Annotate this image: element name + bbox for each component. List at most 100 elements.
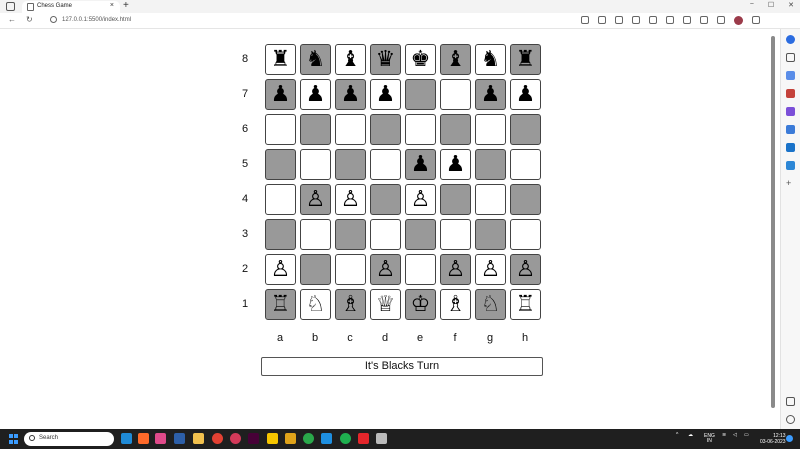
square-a5[interactable]: [265, 149, 296, 180]
square-c5[interactable]: [335, 149, 366, 180]
office-icon[interactable]: [786, 125, 795, 134]
page-scrollbar[interactable]: [771, 36, 775, 408]
tab-chess-game[interactable]: Chess Game ×: [22, 1, 120, 13]
more-menu-icon[interactable]: [752, 16, 760, 24]
white-pawn-icon[interactable]: ♙: [306, 188, 326, 211]
black-bishop-icon[interactable]: ♝: [341, 48, 361, 71]
square-e6[interactable]: [405, 114, 436, 145]
square-d3[interactable]: [370, 219, 401, 250]
black-pawn-icon[interactable]: ♟: [411, 153, 431, 176]
square-a7[interactable]: ♟: [265, 79, 296, 110]
square-f1[interactable]: ♗: [440, 289, 471, 320]
square-f3[interactable]: [440, 219, 471, 250]
square-d5[interactable]: [370, 149, 401, 180]
split-screen-icon[interactable]: [683, 16, 691, 24]
white-king-icon[interactable]: ♔: [411, 293, 431, 316]
url-field[interactable]: 127.0.0.1:5500/index.html: [62, 17, 131, 23]
square-b8[interactable]: ♞: [300, 44, 331, 75]
black-pawn-icon[interactable]: ♟: [341, 83, 361, 106]
app-icon[interactable]: [155, 433, 166, 444]
square-e2[interactable]: [405, 254, 436, 285]
square-a8[interactable]: ♜: [265, 44, 296, 75]
square-g1[interactable]: ♘: [475, 289, 506, 320]
square-d2[interactable]: ♙: [370, 254, 401, 285]
white-knight-icon[interactable]: ♘: [306, 293, 326, 316]
black-rook-icon[interactable]: ♜: [271, 48, 291, 71]
square-h2[interactable]: ♙: [510, 254, 541, 285]
square-h4[interactable]: [510, 184, 541, 215]
reload-button[interactable]: ↻: [26, 15, 33, 24]
immersive-reader-icon[interactable]: [598, 16, 606, 24]
square-e3[interactable]: [405, 219, 436, 250]
square-h3[interactable]: [510, 219, 541, 250]
black-queen-icon[interactable]: ♛: [376, 48, 396, 71]
square-c4[interactable]: ♙: [335, 184, 366, 215]
white-pawn-icon[interactable]: ♙: [446, 258, 466, 281]
tools-icon[interactable]: [786, 89, 795, 98]
square-g7[interactable]: ♟: [475, 79, 506, 110]
shopping-tag-icon[interactable]: [786, 71, 795, 80]
collections-icon[interactable]: [700, 16, 708, 24]
sidebar-settings-icon[interactable]: [786, 415, 795, 424]
black-knight-icon[interactable]: ♞: [481, 48, 501, 71]
square-f2[interactable]: ♙: [440, 254, 471, 285]
square-c6[interactable]: [335, 114, 366, 145]
extensions-icon[interactable]: [717, 16, 725, 24]
black-king-icon[interactable]: ♚: [411, 48, 431, 71]
firefox-app-icon[interactable]: [138, 433, 149, 444]
copilot-icon[interactable]: [786, 35, 795, 44]
square-f7[interactable]: [440, 79, 471, 110]
square-d7[interactable]: ♟: [370, 79, 401, 110]
battery-icon[interactable]: ▭: [744, 432, 749, 438]
square-a4[interactable]: [265, 184, 296, 215]
site-info-icon[interactable]: [50, 16, 57, 23]
square-d8[interactable]: ♛: [370, 44, 401, 75]
app-available-icon[interactable]: [581, 16, 589, 24]
start-button[interactable]: [9, 434, 19, 444]
app-icon-gold[interactable]: [285, 433, 296, 444]
youtube-app-icon[interactable]: [358, 433, 369, 444]
new-tab-button[interactable]: +: [123, 0, 129, 11]
minimize-button[interactable]: −: [750, 1, 754, 9]
square-g6[interactable]: [475, 114, 506, 145]
add-sidebar-app-icon[interactable]: +: [786, 179, 795, 188]
close-window-button[interactable]: ✕: [788, 1, 794, 9]
square-b3[interactable]: [300, 219, 331, 250]
app-icon-grey[interactable]: [376, 433, 387, 444]
square-d1[interactable]: ♕: [370, 289, 401, 320]
black-knight-icon[interactable]: ♞: [306, 48, 326, 71]
hide-sidebar-icon[interactable]: [786, 397, 795, 406]
square-e8[interactable]: ♚: [405, 44, 436, 75]
square-f8[interactable]: ♝: [440, 44, 471, 75]
square-c1[interactable]: ♗: [335, 289, 366, 320]
square-a3[interactable]: [265, 219, 296, 250]
read-aloud-icon[interactable]: [615, 16, 623, 24]
black-pawn-icon[interactable]: ♟: [271, 83, 291, 106]
square-c2[interactable]: [335, 254, 366, 285]
square-g2[interactable]: ♙: [475, 254, 506, 285]
vscode-app-icon[interactable]: [321, 433, 332, 444]
square-a1[interactable]: ♖: [265, 289, 296, 320]
square-e5[interactable]: ♟: [405, 149, 436, 180]
square-a6[interactable]: [265, 114, 296, 145]
square-h6[interactable]: [510, 114, 541, 145]
white-queen-icon[interactable]: ♕: [376, 293, 396, 316]
square-d6[interactable]: [370, 114, 401, 145]
back-button[interactable]: ←: [8, 15, 16, 24]
chrome-app-icon[interactable]: [212, 433, 223, 444]
white-rook-icon[interactable]: ♖: [516, 293, 536, 316]
black-pawn-icon[interactable]: ♟: [516, 83, 536, 106]
taskbar-search[interactable]: Search: [24, 432, 114, 446]
square-c8[interactable]: ♝: [335, 44, 366, 75]
games-icon[interactable]: [786, 107, 795, 116]
square-h5[interactable]: [510, 149, 541, 180]
xd-app-icon[interactable]: [248, 433, 259, 444]
clock[interactable]: 12:13 03-06-2023: [760, 433, 786, 445]
favorites-icon[interactable]: [666, 16, 674, 24]
tab-close-icon[interactable]: ×: [110, 2, 114, 9]
square-b4[interactable]: ♙: [300, 184, 331, 215]
wifi-icon[interactable]: ≋: [722, 432, 726, 438]
white-pawn-icon[interactable]: ♙: [341, 188, 361, 211]
square-c3[interactable]: [335, 219, 366, 250]
visual-studio-icon[interactable]: [174, 433, 185, 444]
